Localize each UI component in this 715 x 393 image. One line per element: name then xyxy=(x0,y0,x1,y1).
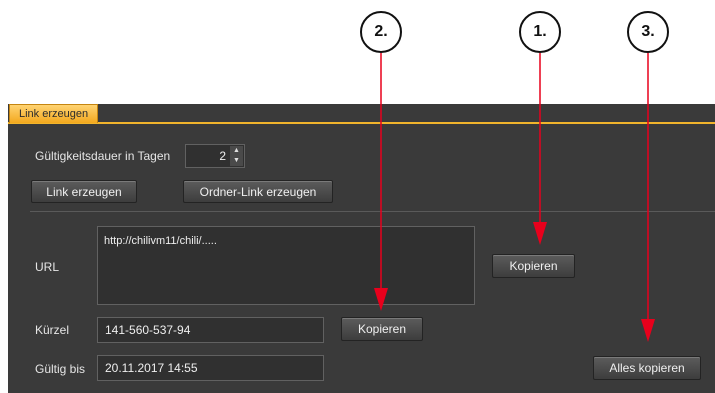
arrow-3 xyxy=(641,53,655,342)
arrow-2 xyxy=(374,53,388,311)
arrow-1 xyxy=(533,53,547,245)
annotation-arrows xyxy=(374,53,655,342)
